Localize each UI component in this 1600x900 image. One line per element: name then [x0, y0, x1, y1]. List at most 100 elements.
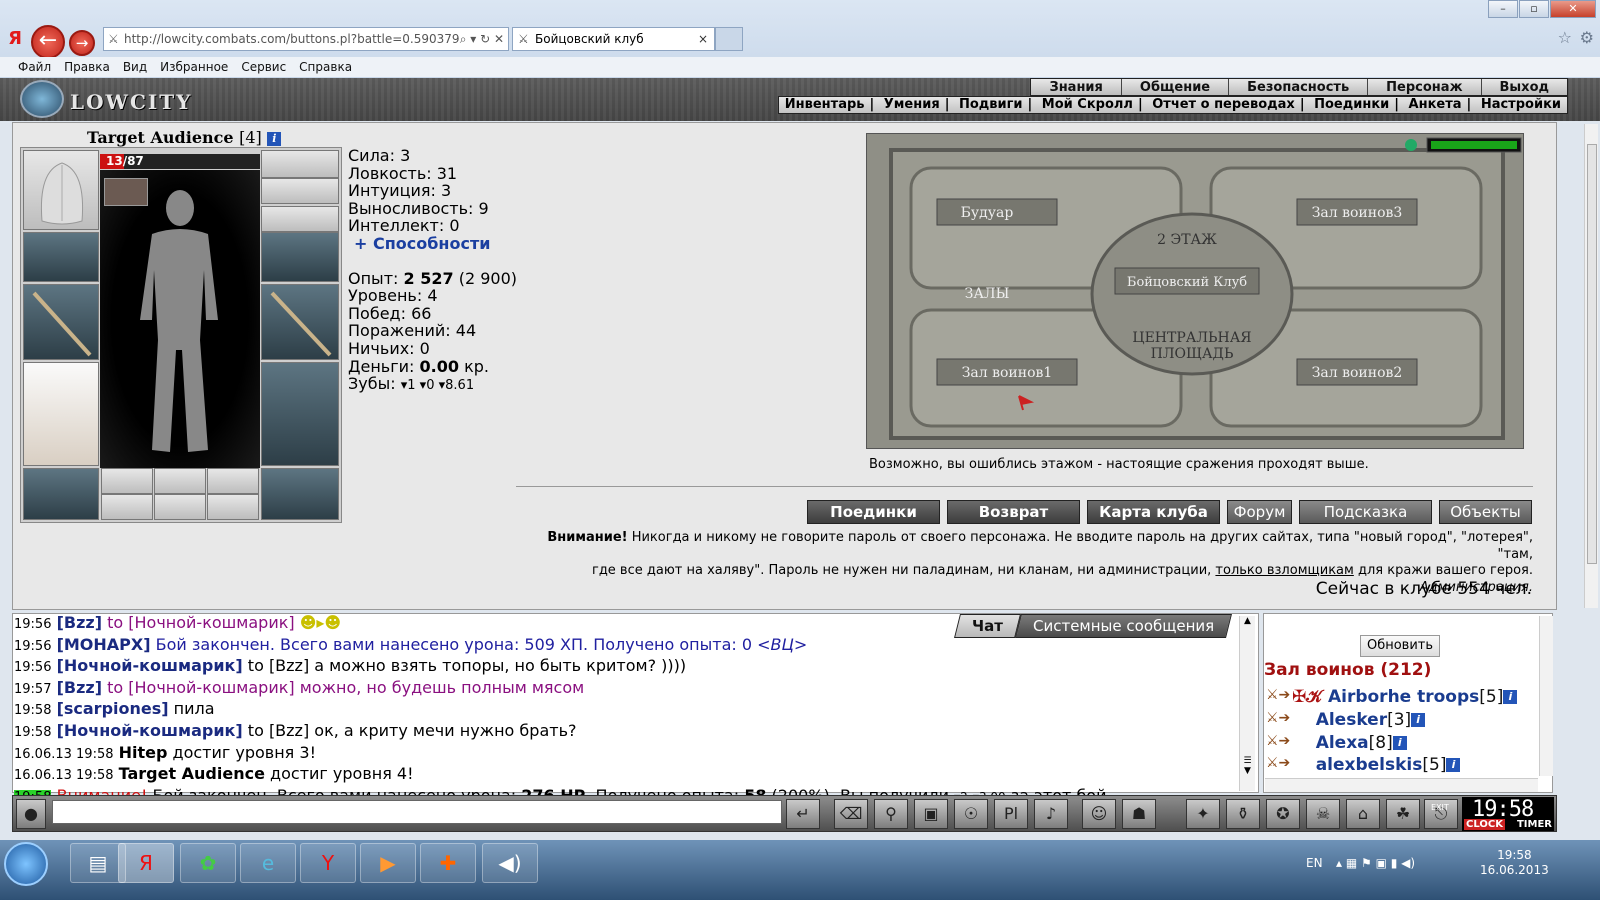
- submenu-scroll[interactable]: Мой Скролл: [1042, 97, 1133, 112]
- sound-app-icon[interactable]: ◀): [482, 843, 538, 883]
- info-icon[interactable]: i: [1411, 713, 1426, 727]
- weapon-left-slot[interactable]: [23, 284, 99, 360]
- clan-chat-icon[interactable]: ☗: [1122, 799, 1156, 829]
- tray-icons[interactable]: ▴ ▦ ⚑ ▣ ▮ ◀): [1336, 856, 1415, 870]
- game-clock[interactable]: 19:58 CLOCK TIMER: [1462, 797, 1554, 831]
- menu-edit[interactable]: Правка: [64, 57, 110, 77]
- browser-tab[interactable]: ⚔ Бойцовский клуб ×: [512, 27, 715, 51]
- clock-label[interactable]: CLOCK: [1464, 819, 1505, 830]
- yandex-browser-app-icon[interactable]: Я: [118, 843, 174, 883]
- forward-button[interactable]: →: [69, 30, 95, 56]
- return-button[interactable]: Возврат: [947, 500, 1080, 524]
- icq-app-icon[interactable]: ✿: [180, 843, 236, 883]
- info-icon[interactable]: i: [1503, 690, 1518, 704]
- gloves-slot[interactable]: [261, 232, 339, 282]
- yandex-logo-icon[interactable]: Я: [4, 28, 26, 50]
- chat-nick[interactable]: [Bzz]: [57, 678, 102, 697]
- info-icon[interactable]: i: [267, 131, 282, 146]
- duels-button[interactable]: Поединки: [807, 500, 940, 524]
- armor-slot[interactable]: [23, 362, 99, 466]
- chat-nick[interactable]: [Ночной-кошмарик]: [57, 656, 243, 675]
- minimize-button[interactable]: –: [1488, 0, 1518, 18]
- timer-label[interactable]: TIMER: [1517, 819, 1552, 830]
- fight-swords-icon[interactable]: ⚔➔: [1266, 710, 1292, 728]
- yandex-app-icon[interactable]: Y: [300, 843, 356, 883]
- start-button[interactable]: [4, 842, 48, 886]
- fight-swords-icon[interactable]: ⚔➔: [1266, 755, 1292, 773]
- menu-security[interactable]: Безопасность: [1228, 79, 1367, 95]
- fight-swords-icon[interactable]: ⚔➔: [1266, 733, 1292, 751]
- fight-swords-icon[interactable]: ⚔➔: [1266, 687, 1292, 705]
- chat-nick[interactable]: [Ночной-кошмарик]: [57, 721, 243, 740]
- favorites-star-icon[interactable]: ☆: [1558, 28, 1572, 47]
- maximize-button[interactable]: ▫: [1519, 0, 1549, 18]
- system-clock[interactable]: 19:58 16.06.2013: [1480, 848, 1549, 878]
- main-scrollbar[interactable]: [1584, 124, 1598, 608]
- submenu-profile[interactable]: Анкета: [1409, 97, 1462, 112]
- chat-scrollbar[interactable]: ▲ ☰ ▼: [1239, 616, 1255, 791]
- menu-communication[interactable]: Общение: [1120, 79, 1228, 95]
- user-entry[interactable]: ⚔➔ ✠𝒦 Airborhe troops[5] i: [1266, 687, 1518, 707]
- submenu-inventory[interactable]: Инвентарь: [785, 97, 865, 112]
- list-scrollbar[interactable]: [1539, 616, 1553, 776]
- address-bar[interactable]: ⚔ http://lowcity.combats.com/buttons.pl?…: [103, 27, 509, 51]
- weapon-right-slot[interactable]: [261, 284, 339, 360]
- boots-slot[interactable]: [261, 468, 339, 520]
- filter-icon[interactable]: ⚲: [874, 799, 908, 829]
- rune-slot[interactable]: [154, 468, 206, 494]
- chat-input[interactable]: [52, 800, 782, 824]
- menu-help[interactable]: Справка: [299, 57, 352, 77]
- menu-character[interactable]: Персонаж: [1367, 79, 1480, 95]
- ie-app-icon[interactable]: e: [240, 843, 296, 883]
- helmet-slot[interactable]: [23, 150, 99, 230]
- chat-mode-icon[interactable]: ●: [16, 799, 46, 829]
- trauma-icon[interactable]: [104, 178, 148, 206]
- submenu-transfers[interactable]: Отчет о переводах: [1152, 97, 1295, 112]
- submenu-skills[interactable]: Умения: [884, 97, 940, 112]
- chat-nick[interactable]: [МОНАРХ]: [57, 635, 151, 654]
- menu-knowledge[interactable]: Знания: [1031, 79, 1120, 95]
- hint-button[interactable]: Подсказка: [1299, 500, 1432, 524]
- exit-icon[interactable]: EXIT ⎋: [1424, 799, 1458, 829]
- sound-icon[interactable]: ♪: [1034, 799, 1068, 829]
- tools-gear-icon[interactable]: ⚙: [1580, 28, 1594, 47]
- eraser-icon[interactable]: ⌫: [834, 799, 868, 829]
- submenu-settings[interactable]: Настройки: [1481, 97, 1561, 112]
- magic-icon[interactable]: ✦: [1186, 799, 1220, 829]
- smiley-panel-icon[interactable]: ☺: [1082, 799, 1116, 829]
- tab-close-icon[interactable]: ×: [698, 28, 708, 50]
- close-window-button[interactable]: ✕: [1550, 0, 1596, 18]
- bracers-slot[interactable]: [23, 232, 99, 282]
- tab-chat[interactable]: Чат: [954, 614, 1021, 638]
- fighter-icon[interactable]: ☉: [954, 799, 988, 829]
- user-entry[interactable]: ⚔➔ Alexa[8] i: [1266, 733, 1407, 753]
- media-app-icon[interactable]: ▶: [360, 843, 416, 883]
- house-icon[interactable]: ⌂: [1346, 799, 1380, 829]
- game-app-icon[interactable]: ✚: [420, 843, 476, 883]
- rings-slot[interactable]: [261, 206, 339, 232]
- bottle-icon[interactable]: ⚱: [1226, 799, 1260, 829]
- scroll-slot[interactable]: [101, 494, 153, 520]
- hackers-link[interactable]: только взломщикам: [1215, 563, 1353, 578]
- list-horizontal-scrollbar[interactable]: [1265, 778, 1538, 792]
- friends-icon[interactable]: ☘: [1386, 799, 1420, 829]
- submenu-duels[interactable]: Поединки: [1314, 97, 1389, 112]
- menu-tools[interactable]: Сервис: [241, 57, 286, 77]
- scroll-slot[interactable]: [207, 494, 259, 520]
- forum-button[interactable]: Форум: [1227, 500, 1292, 524]
- user-entry[interactable]: ⚔➔ alexbelskis[5] i: [1266, 755, 1461, 775]
- address-actions-icon[interactable]: ⌕ ▾ ↻ ✕: [459, 28, 504, 50]
- main-scrollbar-thumb[interactable]: [1587, 144, 1597, 564]
- new-tab-button[interactable]: [715, 27, 743, 51]
- scroll-slot[interactable]: [154, 494, 206, 520]
- rune-slot[interactable]: [101, 468, 153, 494]
- menu-exit[interactable]: Выход: [1480, 79, 1567, 95]
- chat-nick[interactable]: [Bzz]: [57, 613, 102, 632]
- pants-slot[interactable]: [261, 362, 339, 466]
- abilities-link[interactable]: + Способности: [348, 235, 517, 253]
- menu-favorites[interactable]: Избранное: [160, 57, 228, 77]
- menu-file[interactable]: Файл: [18, 57, 51, 77]
- map-icon[interactable]: ✪: [1266, 799, 1300, 829]
- info-icon[interactable]: i: [1392, 736, 1407, 750]
- chat-nick[interactable]: [scarpiones]: [57, 699, 169, 718]
